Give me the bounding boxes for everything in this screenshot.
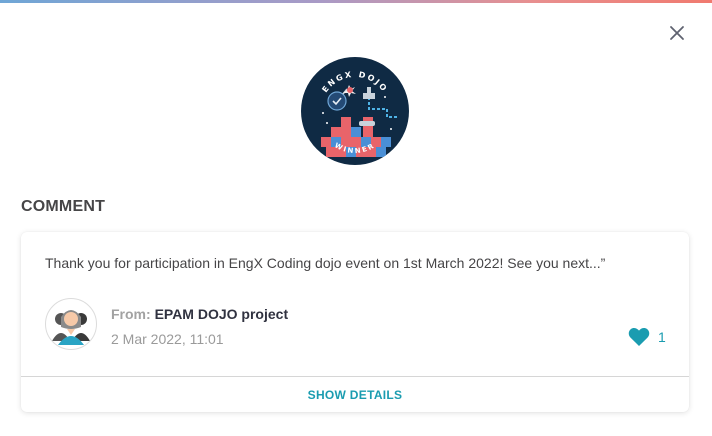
comment-card: Thank you for participation in EngX Codi…: [21, 232, 689, 412]
show-details-button[interactable]: SHOW DETAILS: [21, 377, 689, 412]
from-label: From:: [111, 306, 151, 322]
comment-text: Thank you for participation in EngX Codi…: [45, 255, 606, 271]
like-button[interactable]: 1: [628, 327, 666, 347]
from-name: EPAM DOJO project: [154, 306, 289, 322]
comment-date: 2 Mar 2022, 11:01: [111, 331, 224, 347]
avatar: [45, 298, 97, 350]
top-gradient-bar: [0, 0, 712, 3]
close-button[interactable]: [664, 20, 690, 46]
heart-icon: [628, 328, 650, 346]
close-icon: [670, 26, 684, 40]
like-count: 1: [658, 329, 666, 345]
group-avatar-icon: [52, 310, 90, 345]
section-title: COMMENT: [21, 198, 106, 215]
engx-dojo-winner-badge: ENGX DOJO WINNER: [301, 57, 409, 165]
comment-author: From: EPAM DOJO project: [111, 306, 288, 322]
